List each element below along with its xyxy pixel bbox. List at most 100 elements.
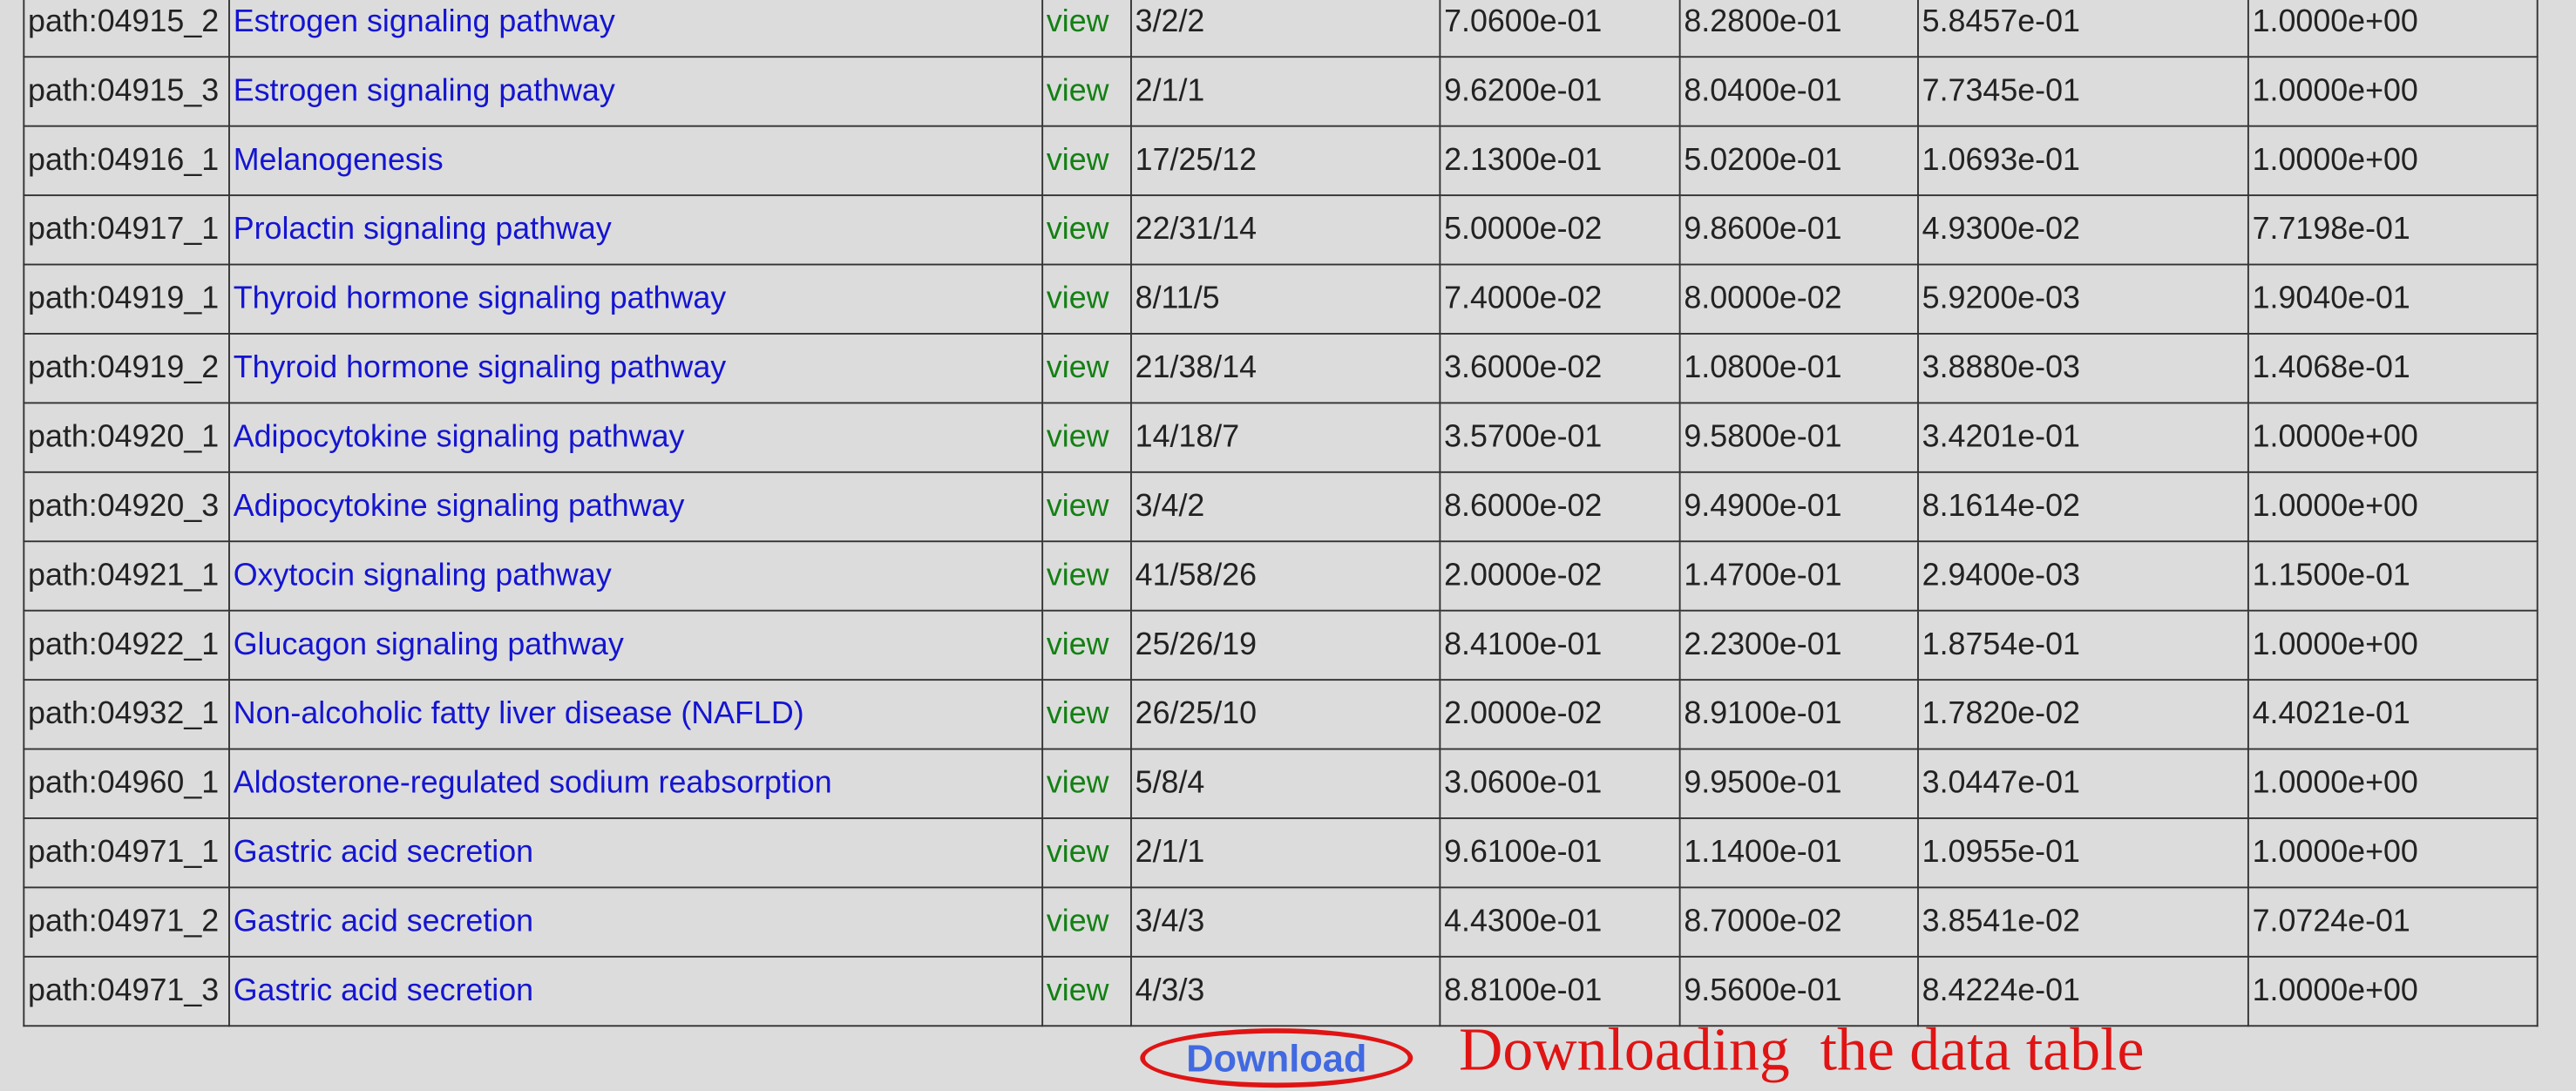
- table-cell: 1.0000e+00: [2247, 955, 2539, 1027]
- value-col-3-cell: 8.1614e-02: [1922, 488, 2080, 524]
- pathway-id-cell: path:04919_2: [28, 349, 220, 385]
- value-col-4-cell: 1.9040e-01: [2252, 281, 2410, 316]
- value-col-1-cell: 8.8100e-01: [1444, 972, 1603, 1008]
- table-cell: 2.0000e-02: [1439, 679, 1681, 750]
- table-cell: 8.2800e-01: [1678, 0, 1919, 58]
- value-col-2-cell: 2.2300e-01: [1684, 627, 1842, 662]
- table-cell: 3.4201e-01: [1917, 402, 2249, 473]
- table-cell: 9.4900e-01: [1678, 471, 1919, 543]
- pathway-name-link[interactable]: Adipocytokine signaling pathway: [234, 419, 685, 454]
- table-cell: Thyroid hormone signaling pathway: [228, 333, 1044, 404]
- table-row: path:04932_1 Non-alcoholic fatty liver di…: [23, 679, 2539, 750]
- table-cell: 5.0200e-01: [1678, 125, 1919, 197]
- view-link[interactable]: view: [1047, 904, 1109, 939]
- value-col-3-cell: 7.7345e-01: [1922, 73, 2080, 108]
- value-col-3-cell: 1.8754e-01: [1922, 627, 2080, 662]
- pathway-id-cell: path:04922_1: [28, 627, 220, 662]
- view-link[interactable]: view: [1047, 419, 1109, 454]
- table-cell: 3.0600e-01: [1439, 748, 1681, 819]
- value-col-2-cell: 9.9500e-01: [1684, 765, 1842, 801]
- table-cell: 22/31/14: [1130, 194, 1441, 266]
- table-cell: path:04960_1: [23, 748, 230, 819]
- table-cell: 8.9100e-01: [1678, 679, 1919, 750]
- table-cell: view: [1041, 886, 1132, 958]
- table-cell: 5.8457e-01: [1917, 0, 2249, 58]
- value-col-4-cell: 1.0000e+00: [2252, 834, 2418, 870]
- value-col-3-cell: 3.0447e-01: [1922, 765, 2080, 801]
- value-col-1-cell: 2.0000e-02: [1444, 696, 1603, 731]
- table-cell: 4.4300e-01: [1439, 886, 1681, 958]
- table-cell: 1.0955e-01: [1917, 817, 2249, 889]
- table-cell: 8/11/5: [1130, 263, 1441, 335]
- pathway-name-link[interactable]: Non-alcoholic fatty liver disease (NAFLD…: [234, 696, 804, 731]
- pathway-name-link[interactable]: Thyroid hormone signaling pathway: [234, 281, 726, 315]
- table-cell: 41/58/26: [1130, 540, 1441, 612]
- view-link[interactable]: view: [1047, 696, 1109, 731]
- table-cell: 3.5700e-01: [1439, 402, 1681, 473]
- pathway-name-link[interactable]: Glucagon signaling pathway: [234, 627, 624, 662]
- gene-count-cell: 3/2/2: [1135, 3, 1205, 39]
- pathway-name-link[interactable]: Melanogenesis: [234, 143, 444, 178]
- table-cell: 3/4/3: [1130, 886, 1441, 958]
- table-cell: 1.0000e+00: [2247, 0, 2539, 58]
- view-link[interactable]: view: [1047, 350, 1109, 385]
- value-col-2-cell: 1.4700e-01: [1684, 558, 1842, 593]
- table-cell: 8.7000e-02: [1678, 886, 1919, 958]
- pathway-name-link[interactable]: Gastric acid secretion: [234, 835, 533, 870]
- pathway-name-link[interactable]: Estrogen signaling pathway: [234, 73, 615, 108]
- table-cell: 3.0447e-01: [1917, 748, 2249, 819]
- view-link[interactable]: view: [1047, 143, 1109, 178]
- pathway-name-link[interactable]: Gastric acid secretion: [234, 973, 533, 1008]
- gene-count-cell: 41/58/26: [1135, 558, 1257, 593]
- download-highlight-circle: Download: [1140, 1028, 1413, 1088]
- table-cell: view: [1041, 263, 1132, 335]
- view-link[interactable]: view: [1047, 73, 1109, 108]
- value-col-2-cell: 8.0400e-01: [1684, 73, 1842, 108]
- value-col-3-cell: 5.9200e-03: [1922, 281, 2080, 316]
- view-link[interactable]: view: [1047, 627, 1109, 662]
- pathway-name-link[interactable]: Prolactin signaling pathway: [234, 212, 612, 247]
- table-cell: 8.0000e-02: [1678, 263, 1919, 335]
- value-col-3-cell: 3.8541e-02: [1922, 904, 2080, 939]
- value-col-2-cell: 8.0000e-02: [1684, 281, 1842, 316]
- table-cell: Thyroid hormone signaling pathway: [228, 263, 1044, 335]
- pathway-id-cell: path:04971_3: [28, 972, 220, 1008]
- pathway-name-link[interactable]: Aldosterone-regulated sodium reabsorptio…: [234, 765, 832, 800]
- pathway-name-link[interactable]: Thyroid hormone signaling pathway: [234, 350, 726, 385]
- table-cell: Estrogen signaling pathway: [228, 0, 1044, 58]
- value-col-2-cell: 8.7000e-02: [1684, 904, 1842, 939]
- view-link[interactable]: view: [1047, 973, 1109, 1008]
- table-cell: view: [1041, 609, 1132, 681]
- view-link[interactable]: view: [1047, 4, 1109, 39]
- table-cell: 1.0000e+00: [2247, 748, 2539, 819]
- table-cell: 7.4000e-02: [1439, 263, 1681, 335]
- table-cell: view: [1041, 0, 1132, 58]
- table-cell: view: [1041, 125, 1132, 197]
- table-cell: 2.9400e-03: [1917, 540, 2249, 612]
- view-link[interactable]: view: [1047, 835, 1109, 870]
- value-col-4-cell: 7.7198e-01: [2252, 212, 2410, 247]
- table-cell: 3.6000e-02: [1439, 333, 1681, 404]
- view-link[interactable]: view: [1047, 281, 1109, 315]
- view-link[interactable]: view: [1047, 489, 1109, 524]
- table-row: path:04915_2 Estrogen signaling pathway vi…: [23, 0, 2539, 58]
- table-cell: 2.2300e-01: [1678, 609, 1919, 681]
- pathway-id-cell: path:04916_1: [28, 142, 220, 178]
- table-cell: 4.4021e-01: [2247, 679, 2539, 750]
- pathway-name-link[interactable]: Oxytocin signaling pathway: [234, 558, 612, 593]
- view-link[interactable]: view: [1047, 212, 1109, 247]
- table-cell: 8.0400e-01: [1678, 56, 1919, 127]
- view-link[interactable]: view: [1047, 765, 1109, 800]
- pathway-name-link[interactable]: Gastric acid secretion: [234, 904, 533, 939]
- gene-count-cell: 21/38/14: [1135, 349, 1257, 385]
- table-cell: 26/25/10: [1130, 679, 1441, 750]
- pathway-name-link[interactable]: Estrogen signaling pathway: [234, 4, 615, 39]
- pathway-name-link[interactable]: Adipocytokine signaling pathway: [234, 489, 685, 524]
- value-col-4-cell: 1.4068e-01: [2252, 349, 2410, 385]
- table-cell: Oxytocin signaling pathway: [228, 540, 1044, 612]
- view-link[interactable]: view: [1047, 558, 1109, 593]
- table-cell: 4.9300e-02: [1917, 194, 2249, 266]
- download-button[interactable]: Download: [1145, 1033, 1408, 1083]
- value-col-3-cell: 8.4224e-01: [1922, 972, 2080, 1008]
- table-cell: Adipocytokine signaling pathway: [228, 402, 1044, 473]
